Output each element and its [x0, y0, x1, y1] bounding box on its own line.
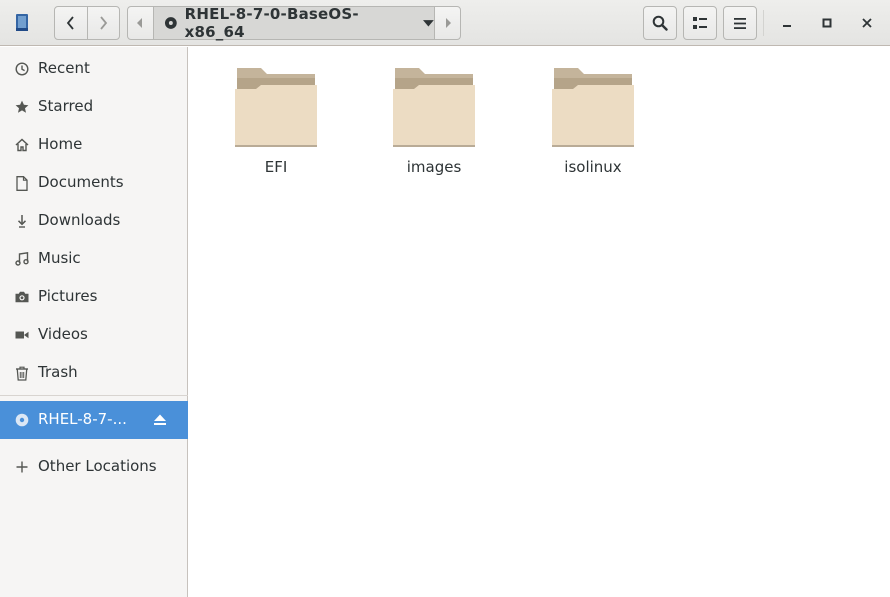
folder-icon: [235, 68, 317, 147]
close-icon: [862, 18, 872, 28]
list-view-icon: [693, 17, 707, 29]
header-bar: RHEL-8-7-0-BaseOS-x86_64: [0, 0, 890, 46]
sidebar-item-label: Documents: [38, 173, 124, 191]
chevron-down-icon: [423, 19, 435, 26]
forward-button[interactable]: [86, 7, 120, 39]
disc-icon: [164, 17, 177, 29]
clock-icon: [14, 61, 30, 77]
eject-icon: [154, 414, 166, 425]
sidebar-item-label: Pictures: [38, 287, 98, 305]
home-icon: [14, 137, 30, 153]
music-icon: [14, 251, 30, 267]
sidebar-item-label: Home: [38, 135, 83, 153]
history-nav: [54, 6, 120, 40]
back-button[interactable]: [55, 7, 87, 39]
sidebar-item-pictures[interactable]: Pictures: [0, 278, 188, 316]
folder-item[interactable]: EFI: [226, 65, 326, 183]
maximize-button[interactable]: [814, 10, 840, 36]
download-icon: [14, 213, 30, 229]
sidebar-item-label: Downloads: [38, 211, 121, 229]
header-separator: [763, 10, 764, 36]
sidebar-item-label: Music: [38, 249, 81, 267]
sidebar-item-trash[interactable]: Trash: [0, 354, 188, 392]
arrow-left-icon: [137, 18, 143, 28]
star-icon: [14, 99, 30, 115]
chevron-right-icon: [100, 16, 108, 30]
sidebar-item-starred[interactable]: Starred: [0, 88, 188, 126]
maximize-icon: [822, 18, 832, 28]
eject-button[interactable]: [152, 412, 168, 428]
arrow-right-icon: [445, 18, 451, 28]
plus-icon: [14, 459, 30, 475]
path-crumb-current[interactable]: RHEL-8-7-0-BaseOS-x86_64: [152, 5, 436, 41]
view-toggle-button[interactable]: [683, 6, 717, 40]
path-bar: RHEL-8-7-0-BaseOS-x86_64: [127, 5, 461, 41]
minimize-icon: [783, 25, 791, 27]
sidebar-item-label: RHEL-8-7-...: [38, 410, 127, 428]
sidebar: Recent Starred Home Documents Downloads …: [0, 47, 188, 597]
sidebar-item-label: Other Locations: [38, 457, 157, 475]
sidebar-item-other-locations[interactable]: Other Locations: [0, 448, 188, 486]
path-scroll-left-button[interactable]: [128, 7, 153, 39]
file-name: isolinux: [564, 158, 622, 176]
close-button[interactable]: [854, 10, 880, 36]
sidebar-item-videos[interactable]: Videos: [0, 316, 188, 354]
file-name: EFI: [264, 158, 288, 176]
sidebar-item-documents[interactable]: Documents: [0, 164, 188, 202]
sidebar-item-label: Trash: [38, 363, 78, 381]
camera-icon: [14, 289, 30, 305]
sidebar-item-rhel-disc[interactable]: RHEL-8-7-...: [0, 401, 188, 439]
sidebar-separator: [0, 395, 188, 396]
folder-item[interactable]: images: [384, 65, 484, 183]
sidebar-item-recent[interactable]: Recent: [0, 50, 188, 88]
sidebar-item-music[interactable]: Music: [0, 240, 188, 278]
path-scroll-right-button[interactable]: [435, 7, 460, 39]
file-name: images: [406, 158, 462, 176]
sidebar-item-label: Recent: [38, 59, 90, 77]
trash-icon: [14, 365, 30, 381]
sidebar-item-home[interactable]: Home: [0, 126, 188, 164]
folder-icon: [393, 68, 475, 147]
search-icon: [652, 15, 668, 31]
sidebar-item-label: Starred: [38, 97, 94, 115]
disc-icon: [14, 412, 30, 428]
sidebar-item-label: Videos: [38, 325, 88, 343]
folder-icon: [552, 68, 634, 147]
search-button[interactable]: [643, 6, 677, 40]
path-crumb-label: RHEL-8-7-0-BaseOS-x86_64: [184, 5, 359, 41]
chevron-left-icon: [66, 16, 74, 30]
menu-button[interactable]: [723, 6, 757, 40]
folder-item[interactable]: isolinux: [543, 65, 643, 183]
minimize-button[interactable]: [774, 10, 800, 36]
sidebar-item-downloads[interactable]: Downloads: [0, 202, 188, 240]
video-icon: [14, 327, 30, 343]
files-app-icon: [16, 14, 28, 31]
hamburger-menu-icon: [734, 17, 746, 29]
document-icon: [14, 175, 30, 191]
file-view: EFI images isolinux: [189, 47, 890, 597]
